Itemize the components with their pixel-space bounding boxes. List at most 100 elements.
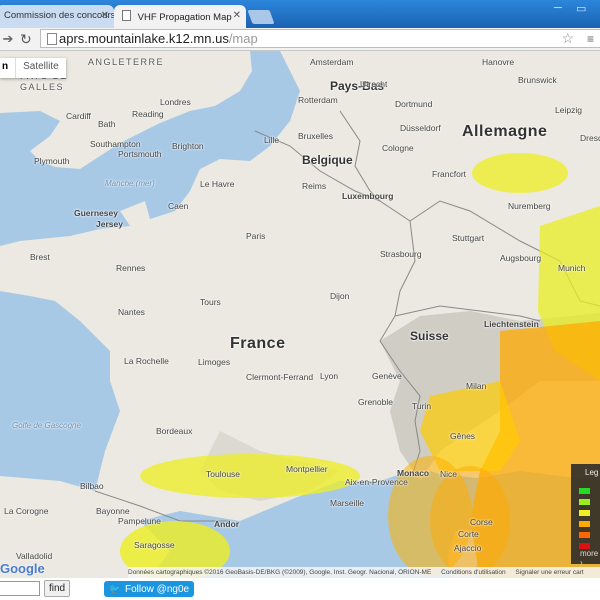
- city-label: Brunswick: [518, 75, 557, 85]
- city-label: Rennes: [116, 263, 146, 273]
- city-label: Turin: [412, 401, 432, 411]
- map-canvas[interactable]: ANGLETERRE PAYS DE GALLES Pays-Bas Allem…: [0, 51, 600, 578]
- city-label: Ajaccio: [454, 543, 482, 553]
- browser-tab-bar: Commission des concours - F ✕ VHF Propag…: [0, 0, 600, 28]
- attribution-text: Données cartographiques ©2016 GeoBasis-D…: [128, 569, 432, 576]
- tab-title: VHF Propagation Map: [137, 12, 232, 23]
- city-label: Londres: [160, 97, 191, 107]
- city-label: Southampton: [90, 139, 141, 149]
- label-luxembourg: Luxembourg: [342, 191, 394, 201]
- city-label: Dijon: [330, 291, 350, 301]
- city-label: Jersey: [96, 219, 123, 229]
- city-label: Saragosse: [134, 540, 175, 550]
- map-type-map-button[interactable]: n: [0, 58, 15, 78]
- follow-label: Follow @ng0e: [125, 584, 190, 595]
- city-label: Marseille: [330, 498, 365, 508]
- label-allemagne: Allemagne: [462, 123, 548, 140]
- city-label: Bayonne: [96, 506, 130, 516]
- city-label: Cardiff: [66, 111, 91, 121]
- legend-more-link[interactable]: more ›: [580, 549, 600, 567]
- city-label: Bath: [98, 119, 116, 129]
- browser-toolbar: ➔ ↻ aprs.mountainlake.k12.mn.us/map ☆ ≡: [0, 28, 600, 51]
- close-icon[interactable]: ✕: [101, 10, 109, 21]
- city-label: Valladolid: [16, 551, 53, 561]
- city-label: Francfort: [432, 169, 467, 179]
- twitter-follow-button[interactable]: 🐦 Follow @ng0e: [104, 581, 195, 597]
- city-label: Corse: [470, 517, 493, 527]
- legend-swatch: [579, 532, 590, 538]
- city-label: Rotterdam: [298, 95, 338, 105]
- find-button[interactable]: find: [44, 580, 70, 597]
- city-label: Strasbourg: [380, 249, 422, 259]
- city-label: Munich: [558, 263, 586, 273]
- city-label: Paris: [246, 231, 266, 241]
- tab-commission[interactable]: Commission des concours - F ✕: [0, 5, 114, 28]
- page-icon: [122, 10, 131, 21]
- label-france: France: [230, 335, 286, 352]
- city-label: Genève: [372, 371, 402, 381]
- city-label: Dortmund: [395, 99, 433, 109]
- legend-swatch: [579, 488, 590, 494]
- twitter-bird-icon: 🐦: [109, 584, 121, 594]
- city-label: Reims: [302, 181, 327, 191]
- city-label: Le Havre: [200, 179, 235, 189]
- city-label: Milan: [466, 381, 487, 391]
- forward-icon[interactable]: ➔: [0, 31, 16, 47]
- terms-link[interactable]: Conditions d'utilisation: [441, 569, 505, 576]
- city-label: La Rochelle: [124, 356, 169, 366]
- maximize-icon[interactable]: ▭: [576, 2, 586, 15]
- city-label: Bruxelles: [298, 131, 333, 141]
- city-label: Bilbao: [80, 481, 104, 491]
- map-type-control: n Satellite: [0, 58, 66, 78]
- city-label: Nantes: [118, 307, 145, 317]
- city-label: Pampelune: [118, 516, 162, 526]
- city-label: Stuttgart: [452, 233, 485, 243]
- city-label: Reading: [132, 109, 164, 119]
- city-label: Grenoble: [358, 397, 393, 407]
- google-logo: Google: [0, 561, 45, 576]
- city-label: Toulouse: [206, 469, 241, 479]
- city-label: Limoges: [198, 357, 231, 367]
- map-type-satellite-button[interactable]: Satellite: [15, 58, 66, 78]
- city-label: Bordeaux: [156, 426, 193, 436]
- reload-icon[interactable]: ↻: [20, 31, 36, 47]
- city-label: Guernesey: [74, 208, 118, 218]
- city-label: Lille: [264, 135, 280, 145]
- city-label: Dresde: [580, 133, 600, 143]
- city-label: Düsseldorf: [400, 123, 441, 133]
- city-label: Leipzig: [555, 105, 582, 115]
- legend-swatch: [579, 499, 590, 505]
- url-text: aprs.mountainlake.k12.mn.us/map: [59, 31, 258, 46]
- find-input[interactable]: [0, 581, 40, 596]
- address-bar[interactable]: aprs.mountainlake.k12.mn.us/map ☆ ≡: [40, 29, 600, 48]
- city-label: Hanovre: [482, 57, 515, 67]
- bookmark-star-icon[interactable]: ☆: [561, 30, 574, 47]
- label-manche: Manche (mer): [105, 179, 155, 188]
- city-label: Utrecht: [360, 79, 388, 89]
- label-gascogne: Golfe de Gascogne: [12, 421, 81, 430]
- page-footer: find 🐦 Follow @ng0e: [0, 578, 600, 600]
- legend-title: Leg: [585, 468, 599, 477]
- city-label: Montpellier: [286, 464, 328, 474]
- city-label: Lyon: [320, 371, 339, 381]
- city-label: Brest: [30, 252, 50, 262]
- city-label: Plymouth: [34, 156, 70, 166]
- minimize-icon[interactable]: ─: [554, 2, 562, 14]
- label-pays-de-galles-2: GALLES: [20, 82, 65, 92]
- city-label: Augsbourg: [500, 253, 542, 263]
- city-label: Cologne: [382, 143, 414, 153]
- label-andorra: Andor: [214, 519, 240, 529]
- city-label: Corte: [458, 529, 479, 539]
- tab-vhf-map[interactable]: VHF Propagation Map ✕: [114, 5, 246, 28]
- label-liechtenstein: Liechtenstein: [484, 319, 539, 329]
- city-label: La Corogne: [4, 506, 49, 516]
- new-tab-button[interactable]: [247, 10, 275, 24]
- report-error-link[interactable]: Signaler une erreur cart: [515, 569, 583, 576]
- close-icon[interactable]: ✕: [233, 10, 241, 21]
- city-label: Tours: [200, 297, 221, 307]
- menu-icon[interactable]: ≡: [587, 32, 594, 46]
- city-label: Nice: [440, 469, 458, 479]
- legend-swatch: [579, 521, 590, 527]
- city-label: Aix-en-Provence: [345, 477, 408, 487]
- label-angleterre: ANGLETERRE: [88, 57, 165, 67]
